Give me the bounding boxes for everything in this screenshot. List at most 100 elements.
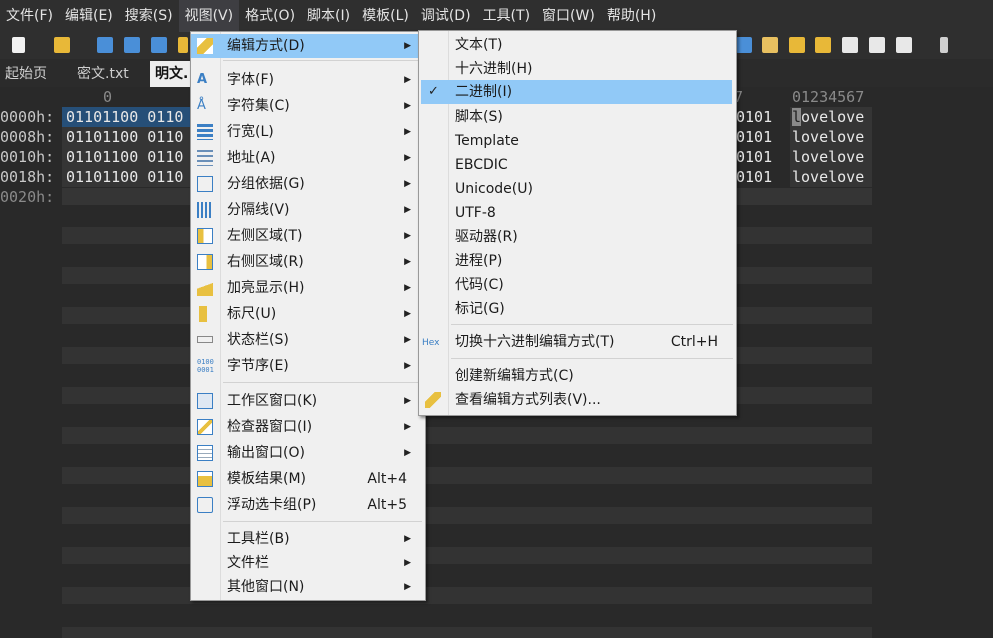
binary-bytes[interactable]: 01101100 0110 bbox=[62, 167, 190, 187]
menu-help[interactable]: 帮助(H) bbox=[601, 0, 662, 32]
edit-mode-submenu: 文本(T) 十六进制(H) ✓ 二进制(I) 脚本(S) Template EB… bbox=[418, 30, 737, 416]
pencil-icon bbox=[425, 392, 441, 408]
binary-bytes[interactable]: 01101100 0110 bbox=[62, 147, 190, 167]
submenu-arrow-icon: ▶ bbox=[404, 101, 411, 111]
menu-window[interactable]: 窗口(W) bbox=[536, 0, 601, 32]
bits-icon[interactable] bbox=[896, 37, 912, 53]
submenu-item-text[interactable]: 文本(T) bbox=[419, 33, 736, 57]
menu-file[interactable]: 文件(F) bbox=[0, 0, 59, 32]
histogram-icon[interactable] bbox=[815, 37, 831, 53]
menu-item-edit-mode[interactable]: 编辑方式(D) ▶ bbox=[191, 34, 425, 58]
menu-item-floating-tabs[interactable]: 浮动选卡组(P) Alt+5 bbox=[191, 493, 425, 517]
menu-item-charset[interactable]: Å 字符集(C) ▶ bbox=[191, 94, 425, 118]
save-as-icon[interactable] bbox=[124, 37, 140, 53]
menu-format[interactable]: 格式(O) bbox=[239, 0, 301, 32]
menu-item-filebar[interactable]: 文件栏 ▶ bbox=[191, 551, 425, 575]
menu-item-inspector[interactable]: 检查器窗口(I) ▶ bbox=[191, 415, 425, 439]
menu-item-label: 分隔线(V) bbox=[227, 202, 290, 218]
tab-start-page[interactable]: 起始页 bbox=[0, 61, 52, 87]
menu-item-other-windows[interactable]: 其他窗口(N) ▶ bbox=[191, 575, 425, 599]
submenu-arrow-icon: ▶ bbox=[404, 153, 411, 163]
save-all-icon[interactable] bbox=[151, 37, 167, 53]
binary-tail[interactable]: 0101 bbox=[736, 107, 782, 127]
submenu-item-script[interactable]: 脚本(S) bbox=[419, 105, 736, 129]
open-folder-icon[interactable] bbox=[54, 37, 70, 53]
text-column[interactable]: lovelove bbox=[790, 167, 872, 187]
tab-ciphertext[interactable]: 密文.txt bbox=[72, 61, 134, 87]
menu-item-right-area[interactable]: 右侧区域(R) ▶ bbox=[191, 250, 425, 274]
menu-debug[interactable]: 调试(D) bbox=[415, 0, 477, 32]
menu-item-label: 工具栏(B) bbox=[227, 531, 290, 547]
clipboard-icon[interactable] bbox=[762, 37, 778, 53]
submenu-arrow-icon: ▶ bbox=[404, 231, 411, 241]
menu-separator bbox=[451, 324, 733, 325]
menu-item-label: 字符集(C) bbox=[227, 98, 290, 114]
submenu-arrow-icon: ▶ bbox=[404, 205, 411, 215]
menu-item-highlight[interactable]: 加亮显示(H) ▶ bbox=[191, 276, 425, 300]
calculator-icon[interactable] bbox=[736, 37, 752, 53]
menu-item-font[interactable]: A 字体(F) ▶ bbox=[191, 68, 425, 92]
address: 0020h: bbox=[0, 188, 55, 206]
menu-search[interactable]: 搜索(S) bbox=[119, 0, 179, 32]
save-icon[interactable] bbox=[97, 37, 113, 53]
menu-item-template-results[interactable]: 模板结果(M) Alt+4 bbox=[191, 467, 425, 491]
pause-icon[interactable] bbox=[940, 37, 948, 53]
menu-edit[interactable]: 编辑(E) bbox=[59, 0, 119, 32]
text-column[interactable]: lovelove bbox=[790, 147, 872, 167]
inspector-icon bbox=[197, 419, 213, 435]
menu-view[interactable]: 视图(V) bbox=[178, 0, 240, 32]
ruler-start: 0 bbox=[103, 88, 113, 106]
folder-icon[interactable] bbox=[178, 37, 188, 53]
submenu-item-create-edit-mode[interactable]: 创建新编辑方式(C) bbox=[419, 364, 736, 388]
menu-item-address[interactable]: 地址(A) ▶ bbox=[191, 146, 425, 170]
menu-item-divider[interactable]: 分隔线(V) ▶ bbox=[191, 198, 425, 222]
statusbar-icon bbox=[197, 336, 213, 343]
menu-item-ruler[interactable]: 标尺(U) ▶ bbox=[191, 302, 425, 326]
submenu-item-template[interactable]: Template bbox=[419, 129, 736, 153]
submenu-item-hex[interactable]: 十六进制(H) bbox=[419, 57, 736, 81]
submenu-item-unicode[interactable]: Unicode(U) bbox=[419, 177, 736, 201]
menu-item-label: Unicode(U) bbox=[455, 181, 533, 197]
menu-tools[interactable]: 工具(T) bbox=[477, 0, 536, 32]
menu-item-byte-order[interactable]: 0100 0001 字节序(E) ▶ bbox=[191, 354, 425, 378]
new-file-icon[interactable] bbox=[12, 37, 25, 53]
submenu-item-process[interactable]: 进程(P) bbox=[419, 249, 736, 273]
binary-tail[interactable]: 0101 bbox=[736, 127, 782, 147]
menu-item-toolbars[interactable]: 工具栏(B) ▶ bbox=[191, 527, 425, 551]
menu-item-workspace[interactable]: 工作区窗口(K) ▶ bbox=[191, 389, 425, 413]
checksum-icon[interactable] bbox=[869, 37, 885, 53]
binary-tail[interactable]: 0101 bbox=[736, 167, 782, 187]
menu-item-output[interactable]: 输出窗口(O) ▶ bbox=[191, 441, 425, 465]
submenu-arrow-icon: ▶ bbox=[404, 534, 411, 544]
menu-item-left-area[interactable]: 左侧区域(T) ▶ bbox=[191, 224, 425, 248]
text-column[interactable]: lovelove bbox=[790, 127, 872, 147]
menu-item-label: 文本(T) bbox=[455, 37, 503, 53]
submenu-item-binary[interactable]: ✓ 二进制(I) bbox=[421, 80, 732, 104]
submenu-item-tag[interactable]: 标记(G) bbox=[419, 297, 736, 321]
check-icon: ✓ bbox=[428, 84, 439, 99]
text-column[interactable]: lovelove bbox=[790, 107, 872, 127]
percent-icon[interactable] bbox=[842, 37, 858, 53]
tab-plaintext[interactable]: 明文. bbox=[150, 61, 190, 87]
menu-item-statusbar[interactable]: 状态栏(S) ▶ bbox=[191, 328, 425, 352]
submenu-item-drive[interactable]: 驱动器(R) bbox=[419, 225, 736, 249]
menu-item-grouping[interactable]: 分组依据(G) ▶ bbox=[191, 172, 425, 196]
menu-item-line-width[interactable]: 行宽(L) ▶ bbox=[191, 120, 425, 144]
submenu-item-code[interactable]: 代码(C) bbox=[419, 273, 736, 297]
submenu-item-utf8[interactable]: UTF-8 bbox=[419, 201, 736, 225]
binary-bytes[interactable]: 01101100 0110 bbox=[62, 107, 190, 127]
swap-icon[interactable] bbox=[789, 37, 805, 53]
hex-icon: Hex bbox=[422, 338, 440, 348]
menu-template[interactable]: 模板(L) bbox=[356, 0, 415, 32]
menu-item-label: 脚本(S) bbox=[455, 109, 503, 125]
submenu-item-ebcdic[interactable]: EBCDIC bbox=[419, 153, 736, 177]
binary-bytes[interactable]: 01101100 0110 bbox=[62, 127, 190, 147]
menu-item-label: 标记(G) bbox=[455, 301, 505, 317]
menu-script[interactable]: 脚本(I) bbox=[301, 0, 356, 32]
submenu-arrow-icon: ▶ bbox=[404, 361, 411, 371]
submenu-item-view-edit-modes[interactable]: 查看编辑方式列表(V)... bbox=[419, 388, 736, 412]
template-results-icon bbox=[197, 471, 213, 487]
address: 0000h: bbox=[0, 108, 55, 126]
binary-tail[interactable]: 0101 bbox=[736, 147, 782, 167]
submenu-item-toggle-hex[interactable]: Hex 切换十六进制编辑方式(T) Ctrl+H bbox=[419, 330, 736, 354]
